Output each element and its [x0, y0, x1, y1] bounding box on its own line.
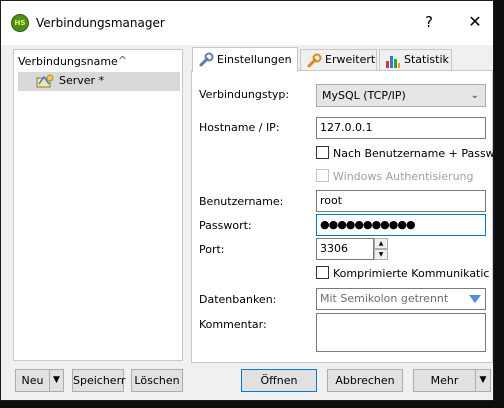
- tab-label: Statistik: [404, 53, 449, 66]
- tab-erweitert[interactable]: Erweitert: [300, 49, 377, 71]
- connection-type-select[interactable]: MySQL (TCP/IP) ⌄: [316, 84, 486, 107]
- window-title: Verbindungsmanager: [36, 16, 165, 30]
- help-button[interactable]: ?: [419, 13, 439, 31]
- new-button[interactable]: Neu: [15, 369, 50, 392]
- spin-down-button[interactable]: ▼: [374, 249, 388, 260]
- checkbox-label: Nach Benutzername + Passw: [333, 147, 495, 160]
- more-dropdown-button[interactable]: ▼: [475, 369, 491, 392]
- delete-button[interactable]: Löschen: [131, 369, 183, 392]
- sort-asc-icon: ^: [118, 54, 128, 67]
- more-button[interactable]: Mehr: [413, 369, 476, 392]
- cancel-button[interactable]: Abbrechen: [327, 369, 403, 392]
- connection-manager-window: HS Verbindungsmanager ? ✕ Verbindungsnam…: [0, 0, 495, 401]
- dropdown-triangle-icon: [469, 295, 481, 303]
- settings-panel: Verbindungstyp: MySQL (TCP/IP) ⌄ Hostnam…: [191, 70, 495, 363]
- tab-label: Einstellungen: [217, 53, 292, 66]
- title-bar: HS Verbindungsmanager ? ✕: [1, 1, 493, 45]
- comment-textarea[interactable]: [316, 313, 486, 352]
- connection-type-value: MySQL (TCP/IP): [322, 89, 406, 102]
- windows-auth-checkbox[interactable]: Windows Authentisierung: [316, 169, 474, 183]
- open-button[interactable]: Öffnen: [241, 369, 317, 392]
- wrench-icon: [199, 52, 214, 67]
- app-logo-icon: HS: [11, 14, 29, 32]
- chevron-down-icon: ⌄: [470, 90, 479, 101]
- port-spinner: ▲ ▼: [374, 238, 388, 260]
- new-dropdown-button[interactable]: ▼: [49, 369, 64, 392]
- tree-column-header[interactable]: Verbindungsname ^: [18, 54, 180, 71]
- close-button[interactable]: ✕: [463, 12, 487, 31]
- checkbox-box: [316, 266, 329, 279]
- checkbox-box: [316, 146, 329, 159]
- username-label: Benutzername:: [199, 195, 284, 208]
- spin-up-button[interactable]: ▲: [374, 238, 388, 249]
- server-icon: [36, 74, 54, 88]
- username-input[interactable]: root: [316, 190, 486, 212]
- port-label: Port:: [199, 243, 225, 256]
- checkbox-label: Komprimierte Kommunikatic: [333, 267, 490, 280]
- tab-einstellungen[interactable]: Einstellungen: [192, 47, 298, 72]
- tree-item-label: Server *: [59, 74, 105, 87]
- checkbox-label: Windows Authentisierung: [333, 170, 474, 183]
- prompt-credentials-checkbox[interactable]: Nach Benutzername + Passw: [316, 146, 495, 160]
- wrench-orange-icon: [307, 53, 322, 68]
- databases-placeholder: Mit Semikolon getrennt: [320, 292, 449, 305]
- hostname-input[interactable]: 127.0.0.1: [316, 117, 486, 139]
- tree-item-server[interactable]: Server *: [18, 72, 180, 91]
- compressed-protocol-checkbox[interactable]: Komprimierte Kommunikatic: [316, 266, 489, 280]
- comment-label: Kommentar:: [199, 318, 267, 331]
- bar-chart-icon: [386, 56, 400, 68]
- hostname-label: Hostname / IP:: [199, 121, 280, 134]
- password-input[interactable]: ●●●●●●●●●●●: [316, 214, 486, 236]
- password-label: Passwort:: [199, 219, 252, 232]
- databases-label: Datenbanken:: [199, 293, 277, 306]
- tab-strip: Einstellungen Erweitert Statistik: [192, 47, 492, 72]
- tree-header-label: Verbindungsname: [18, 55, 118, 68]
- checkbox-box: [316, 169, 329, 182]
- save-button[interactable]: Speicherr: [72, 369, 125, 392]
- connection-tree[interactable]: Verbindungsname ^ Server *: [13, 49, 183, 361]
- port-input[interactable]: 3306: [316, 238, 374, 260]
- connection-type-label: Verbindungstyp:: [199, 88, 290, 101]
- tab-statistik[interactable]: Statistik: [379, 49, 452, 71]
- databases-input[interactable]: Mit Semikolon getrennt: [316, 288, 486, 310]
- tab-label: Erweitert: [325, 53, 376, 66]
